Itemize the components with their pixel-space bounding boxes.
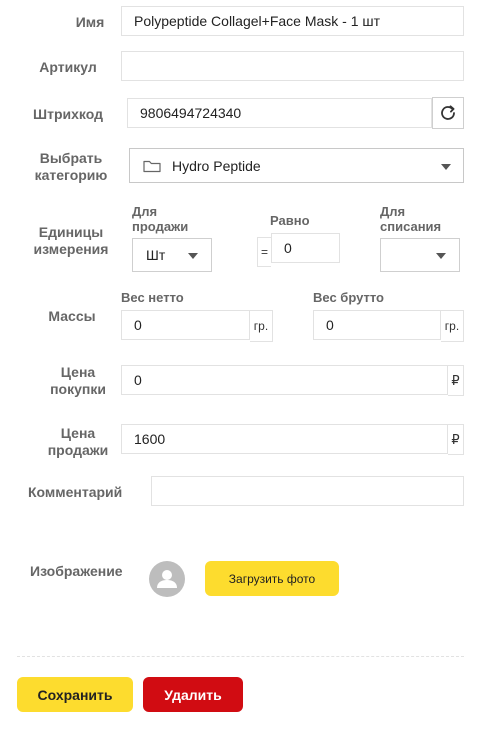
sale-price-label: Цена продажи xyxy=(40,425,116,459)
barcode-label: Штрихкод xyxy=(33,106,103,122)
divider xyxy=(17,656,464,657)
comment-label: Комментарий xyxy=(28,484,123,500)
equals-sign: = xyxy=(257,237,271,267)
user-avatar-icon xyxy=(149,561,185,597)
sku-label: Артикул xyxy=(39,59,97,75)
chevron-down-icon xyxy=(188,253,198,259)
upload-photo-button[interactable]: Загрузить фото xyxy=(205,561,339,596)
sale-unit-label-line1: Для xyxy=(132,204,158,219)
save-button[interactable]: Сохранить xyxy=(17,677,133,712)
chevron-down-icon xyxy=(436,253,446,259)
gross-weight-unit: гр. xyxy=(441,310,464,342)
purchase-price-input[interactable]: 0 xyxy=(121,365,448,395)
net-weight-input[interactable]: 0 xyxy=(121,310,250,340)
sale-price-label-line2: продажи xyxy=(47,442,109,458)
chevron-down-icon xyxy=(441,164,451,170)
sale-price-currency: ₽ xyxy=(448,424,464,455)
gross-weight-label: Вес брутто xyxy=(313,290,384,305)
gross-weight-input[interactable]: 0 xyxy=(313,310,441,340)
equals-label: Равно xyxy=(270,213,310,228)
purchase-price-label-line2: покупки xyxy=(50,381,106,397)
purchase-price-currency: ₽ xyxy=(448,365,464,396)
mass-label: Массы xyxy=(48,308,96,324)
writeoff-unit-select[interactable] xyxy=(380,238,460,272)
net-weight-label: Вес нетто xyxy=(121,290,184,305)
sale-unit-label: Для продажи xyxy=(132,204,188,234)
refresh-barcode-button[interactable] xyxy=(432,97,464,129)
category-label-line2: категорию xyxy=(34,167,108,183)
writeoff-unit-label-line2: списания xyxy=(380,219,442,234)
name-label: Имя xyxy=(75,14,105,30)
units-label: Единицы измерения xyxy=(26,224,116,258)
name-input[interactable]: Polypeptide Collagel+Face Mask - 1 шт xyxy=(121,6,464,36)
folder-icon xyxy=(143,160,161,173)
refresh-icon xyxy=(441,105,455,120)
net-weight-unit: гр. xyxy=(250,310,273,342)
image-label: Изображение xyxy=(30,563,123,579)
units-label-line1: Единицы xyxy=(38,224,104,240)
sale-price-label-line1: Цена xyxy=(60,425,96,441)
delete-button[interactable]: Удалить xyxy=(143,677,243,712)
category-value: Hydro Peptide xyxy=(172,158,261,174)
purchase-price-label: Цена покупки xyxy=(40,364,116,398)
sale-unit-label-line2: продажи xyxy=(132,219,189,234)
sale-unit-select[interactable]: Шт xyxy=(132,238,212,272)
category-label: Выбрать категорию xyxy=(30,150,112,184)
purchase-price-label-line1: Цена xyxy=(60,364,96,380)
sku-input[interactable] xyxy=(121,51,464,81)
category-label-line1: Выбрать xyxy=(39,150,103,166)
category-select[interactable]: Hydro Peptide xyxy=(129,148,464,183)
barcode-input[interactable]: 9806494724340 xyxy=(127,98,432,128)
equals-input[interactable]: 0 xyxy=(271,233,340,263)
writeoff-unit-label-line1: Для xyxy=(380,204,406,219)
comment-input[interactable] xyxy=(151,476,464,506)
sale-price-input[interactable]: 1600 xyxy=(121,424,448,454)
writeoff-unit-label: Для списания xyxy=(380,204,441,234)
sale-unit-value: Шт xyxy=(146,247,166,263)
units-label-line2: измерения xyxy=(33,241,109,257)
